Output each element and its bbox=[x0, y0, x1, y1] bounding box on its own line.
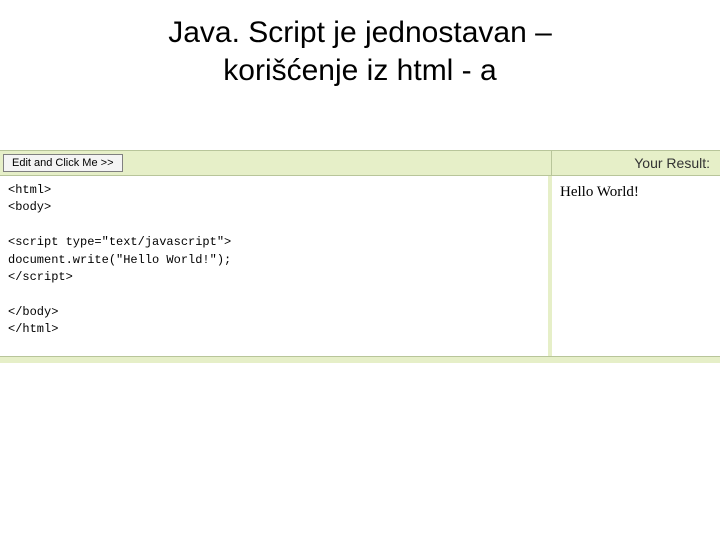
run-button[interactable]: Edit and Click Me >> bbox=[3, 154, 123, 172]
title-line-1: Java. Script je jednostavan – bbox=[168, 16, 552, 49]
code-line: <script type="text/javascript"> bbox=[8, 235, 231, 249]
title-line-2: korišćenje iz html - a bbox=[223, 54, 496, 87]
code-line: </body> bbox=[8, 305, 58, 319]
code-line: <body> bbox=[8, 200, 51, 214]
result-pane: Hello World! bbox=[552, 176, 720, 356]
code-line: </html> bbox=[8, 322, 58, 336]
panes: <html> <body> <script type="text/javascr… bbox=[0, 176, 720, 356]
bottom-strip bbox=[0, 356, 720, 363]
toolbar-left: Edit and Click Me >> bbox=[0, 151, 552, 175]
result-output: Hello World! bbox=[560, 184, 639, 200]
editor-container: Edit and Click Me >> Your Result: <html>… bbox=[0, 150, 720, 363]
toolbar: Edit and Click Me >> Your Result: bbox=[0, 150, 720, 176]
code-editor[interactable]: <html> <body> <script type="text/javascr… bbox=[0, 176, 552, 356]
code-line: </script> bbox=[8, 270, 73, 284]
result-label: Your Result: bbox=[552, 151, 720, 175]
code-line: document.write("Hello World!"); bbox=[8, 253, 231, 267]
code-line: <html> bbox=[8, 183, 51, 197]
slide-title: Java. Script je jednostavan – korišćenje… bbox=[0, 0, 720, 89]
